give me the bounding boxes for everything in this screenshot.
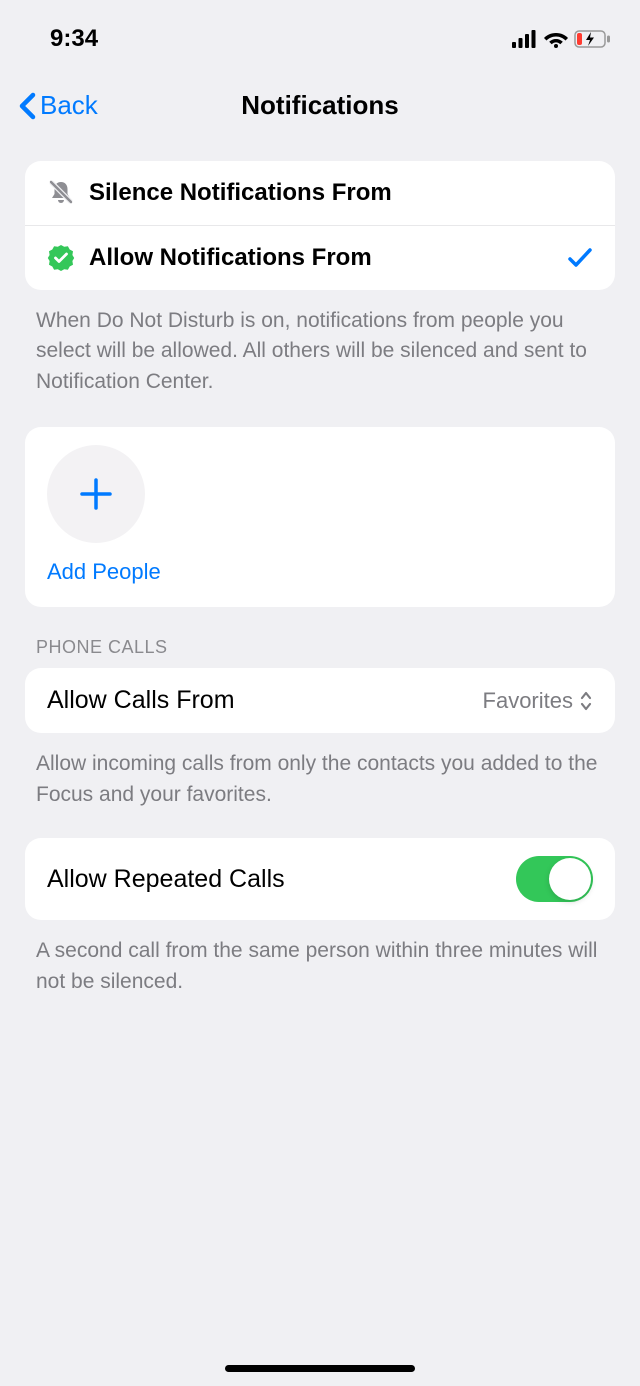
status-time: 9:34 (50, 25, 98, 53)
notification-mode-footer: When Do Not Disturb is on, notifications… (0, 290, 640, 417)
bell-slash-icon (47, 179, 75, 207)
status-icons (512, 30, 610, 48)
allow-calls-from-footer: Allow incoming calls from only the conta… (0, 733, 640, 830)
add-people-label: Add People (47, 559, 593, 585)
notification-mode-group: Silence Notifications From Allow Notific… (25, 161, 615, 290)
silence-notifications-row[interactable]: Silence Notifications From (25, 161, 615, 225)
back-button[interactable]: Back (18, 90, 98, 121)
up-down-chevron-icon (579, 690, 593, 712)
nav-bar: Back Notifications (0, 60, 640, 161)
cellular-icon (512, 30, 538, 48)
allow-calls-from-label: Allow Calls From (47, 686, 469, 715)
allow-repeated-calls-group: Allow Repeated Calls (25, 838, 615, 920)
allow-repeated-calls-label: Allow Repeated Calls (47, 865, 502, 894)
toggle-knob (549, 858, 591, 900)
allow-calls-from-row[interactable]: Allow Calls From Favorites (25, 668, 615, 733)
home-indicator[interactable] (225, 1365, 415, 1372)
allow-notifications-label: Allow Notifications From (89, 244, 553, 272)
page-title: Notifications (20, 90, 620, 121)
battery-icon (574, 30, 610, 48)
plus-icon (78, 476, 114, 512)
add-people-card: Add People (25, 427, 615, 607)
status-bar: 9:34 (0, 0, 640, 60)
silence-notifications-label: Silence Notifications From (89, 179, 593, 207)
chevron-left-icon (18, 92, 36, 120)
allow-notifications-row[interactable]: Allow Notifications From (25, 225, 615, 290)
add-people-button[interactable] (47, 445, 145, 543)
allow-calls-from-value: Favorites (483, 688, 593, 714)
allow-repeated-calls-row: Allow Repeated Calls (25, 838, 615, 920)
allow-repeated-calls-toggle[interactable] (516, 856, 593, 902)
wifi-icon (544, 30, 568, 48)
checkmark-icon (567, 246, 593, 270)
allow-repeated-calls-footer: A second call from the same person withi… (0, 920, 640, 1017)
back-label: Back (40, 90, 98, 121)
allow-calls-from-group: Allow Calls From Favorites (25, 668, 615, 733)
check-badge-icon (47, 244, 75, 272)
phone-calls-header: Phone Calls (0, 607, 640, 668)
